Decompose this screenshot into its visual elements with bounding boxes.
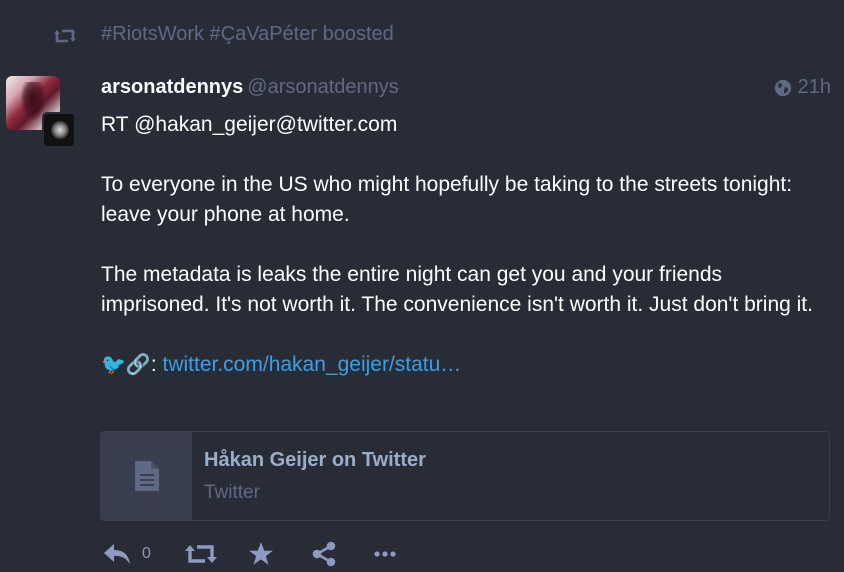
colon: : xyxy=(150,353,157,376)
boost-icon xyxy=(54,29,76,43)
boost-button[interactable] xyxy=(185,538,217,570)
boosted-by-label[interactable]: #RiotsWork #ÇaVaPéter boosted xyxy=(101,23,394,46)
paragraph: The metadata is leaks the entire night c… xyxy=(101,263,813,316)
paragraph: To everyone in the US who might hopefull… xyxy=(101,173,793,226)
avatar-overlay[interactable] xyxy=(6,76,80,150)
file-icon xyxy=(134,461,159,491)
status-header: arsonatdennys @arsonatdennys 21h xyxy=(101,76,831,102)
share-button[interactable] xyxy=(312,538,336,570)
favourite-button[interactable] xyxy=(248,538,274,570)
card-title: Håkan Geijer on Twitter xyxy=(204,449,426,471)
reply-count: 0 xyxy=(142,545,151,562)
action-bar: 0 xyxy=(100,538,430,572)
globe-icon xyxy=(774,79,791,96)
ellipsis-icon xyxy=(374,551,396,557)
status-content: RT @hakan_geijer@twitter.com To everyone… xyxy=(101,110,821,380)
reply-button[interactable]: 0 xyxy=(102,538,151,570)
status-meta: 21h xyxy=(774,76,831,99)
card-thumbnail xyxy=(101,432,192,520)
boost-prepend: #RiotsWork #ÇaVaPéter boosted xyxy=(0,18,844,52)
star-icon xyxy=(249,542,273,565)
display-name[interactable]: arsonatdennys xyxy=(101,76,243,98)
status-link[interactable]: twitter.com/hakan_geijer/statu… xyxy=(163,353,462,376)
bird-link-emoji: 🐦🔗 xyxy=(101,354,151,376)
booster-avatar[interactable] xyxy=(42,112,76,148)
paragraph: RT @hakan_geijer@twitter.com xyxy=(101,113,398,136)
share-icon xyxy=(312,541,336,567)
card-body: Håkan Geijer on Twitter Twitter xyxy=(192,432,426,520)
link-preview-card[interactable]: Håkan Geijer on Twitter Twitter xyxy=(100,431,830,521)
boost-icon xyxy=(185,545,217,563)
reply-icon xyxy=(104,544,130,564)
account-handle[interactable]: @arsonatdennys xyxy=(247,76,399,98)
card-provider: Twitter xyxy=(204,482,260,503)
link-paragraph: 🐦🔗: twitter.com/hakan_geijer/statu… xyxy=(101,350,821,380)
more-button[interactable] xyxy=(373,538,397,570)
timestamp[interactable]: 21h xyxy=(798,76,831,99)
